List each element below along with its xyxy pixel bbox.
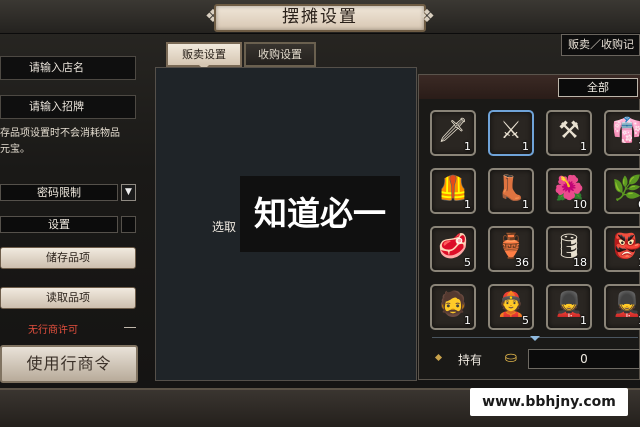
password-limit-select[interactable]: 密码限制: [0, 184, 118, 201]
storage-note: 存品项设置时不会消耗物品 元宝。: [0, 128, 120, 155]
title-bar: ❖ 摆摊设置 ❖: [0, 0, 640, 34]
chevron-down-icon[interactable]: ▼: [121, 184, 136, 201]
no-permit-status: 无行商许可: [28, 325, 78, 336]
item-count: 1: [522, 140, 529, 153]
item-count: 1: [580, 314, 587, 327]
robe-icon: 👘: [612, 116, 640, 144]
inventory-slot[interactable]: 🏺 36: [488, 226, 534, 272]
gold-ingot-icon: ⛀: [504, 348, 518, 366]
inventory-slot[interactable]: 👺1: [604, 226, 640, 272]
sell-buy-history-button[interactable]: 贩卖／收购记: [561, 34, 640, 56]
item-count: 1: [522, 198, 529, 211]
inventory-slot[interactable]: 🦺 1: [430, 168, 476, 214]
inventory-grid: 🗡1⚔1⚒1👘1🦺1👢1🌺10🌿6🥩5🏺36🛢18👺1🧔1👲5💂1💂1: [430, 110, 640, 330]
inventory-slot[interactable]: 👘1: [604, 110, 640, 156]
inventory-slot[interactable]: 💂1: [546, 284, 592, 330]
inventory-slot[interactable]: 🌺 10: [546, 168, 592, 214]
scroll-indicator-icon[interactable]: [530, 336, 540, 341]
inventory-slot[interactable]: 🥩 5: [430, 226, 476, 272]
inventory-slot[interactable]: 💂1: [604, 284, 640, 330]
plant-icon: 🌿: [612, 174, 640, 202]
signboard-input[interactable]: 请输入招牌: [0, 95, 136, 119]
password-setting-field[interactable]: 设置: [0, 216, 118, 233]
filter-all-button[interactable]: 全部: [558, 78, 638, 97]
window-title: 摆摊设置: [214, 4, 426, 32]
item-count: 1: [464, 198, 471, 211]
inventory-slot[interactable]: 🧔 1: [430, 284, 476, 330]
item-count: 1: [464, 140, 471, 153]
inventory-slot[interactable]: 🌿6: [604, 168, 640, 214]
item-count: 5: [464, 256, 471, 269]
inventory-slot[interactable]: 🗡 1: [430, 110, 476, 156]
item-count: 18: [573, 256, 587, 269]
inventory-slot[interactable]: 👲 5: [488, 284, 534, 330]
item-count: 5: [522, 314, 529, 327]
save-items-button[interactable]: 储存品项: [0, 247, 136, 269]
warrior-portrait-icon: 👺: [612, 232, 640, 260]
load-items-button[interactable]: 读取品项: [0, 287, 136, 309]
inventory-slot[interactable]: 👢 1: [488, 168, 534, 214]
use-merchant-license-button[interactable]: 使用行商令: [0, 345, 138, 383]
inventory-slot[interactable]: ⚔ 1: [488, 110, 534, 156]
tab-buy-settings[interactable]: 收购设置: [244, 42, 316, 67]
inventory-slot[interactable]: 🛢 18: [546, 226, 592, 272]
item-count: 1: [580, 140, 587, 153]
item-count: 10: [573, 198, 587, 211]
item-count: 36: [515, 256, 529, 269]
holdings-label: 持有: [458, 353, 483, 367]
password-setting-checkbox[interactable]: [121, 216, 136, 233]
site-watermark: www.bbhjny.com: [470, 388, 628, 416]
watermark-overlay: 知道必一: [240, 176, 400, 252]
shop-name-input[interactable]: 请输入店名: [0, 56, 136, 80]
ornament-right-icon: ❖: [418, 6, 436, 27]
item-count: 1: [464, 314, 471, 327]
holdings-value: 0: [528, 349, 640, 369]
select-prompt: 选取: [212, 220, 237, 234]
soldier-portrait-icon: 💂: [612, 290, 640, 318]
stall-settings-window: ❖ 摆摊设置 ❖ 请输入店名 请输入招牌 存品项设置时不会消耗物品 元宝。 密码…: [0, 0, 640, 427]
divider: [124, 327, 136, 328]
inventory-slot[interactable]: ⚒ 1: [546, 110, 592, 156]
